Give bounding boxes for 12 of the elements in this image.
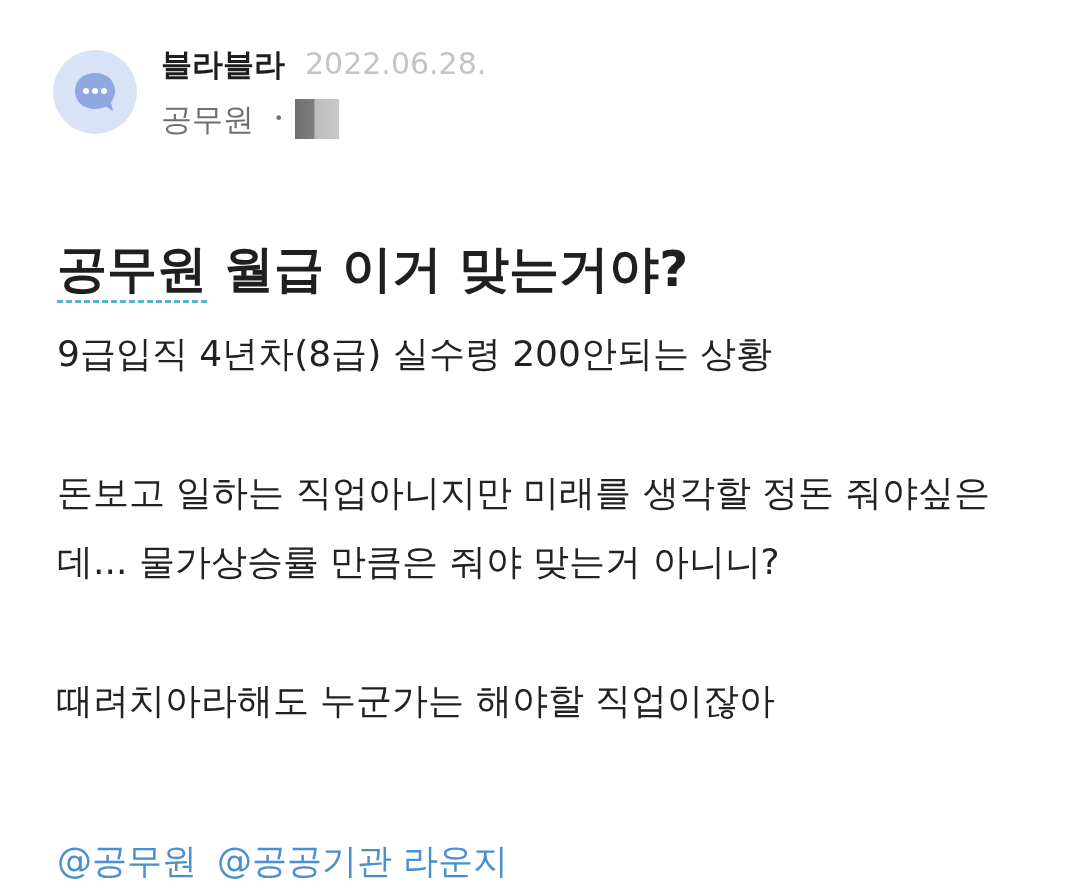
author-company: 공무원 bbox=[161, 100, 254, 139]
chat-bubble-avatar-icon bbox=[53, 49, 137, 134]
post-title: 공무원 월급 이거 맞는거야? bbox=[57, 237, 1023, 301]
post-paragraph: 돈보고 일하는 직업아니지만 미래를 생각할 정돈 줘야싶은데... 물가상승률 만큼은 줘야 맞는거 아니니? bbox=[57, 471, 991, 584]
post-date: 2022.06.28. bbox=[305, 45, 487, 83]
topic-link[interactable]: @공무원 bbox=[57, 839, 197, 883]
post-paragraph: 9급입직 4년차(8급) 실수령 200안되는 상황 bbox=[57, 332, 774, 376]
author-name: 블라블라 bbox=[161, 45, 285, 84]
topic-link[interactable]: @공공기관 라운지 bbox=[217, 839, 509, 883]
separator-dot: • bbox=[274, 108, 284, 130]
post-paragraph: 때려치아라해도 누군가는 해야할 직업이잖아 bbox=[57, 679, 777, 723]
blurred-block bbox=[295, 99, 340, 139]
